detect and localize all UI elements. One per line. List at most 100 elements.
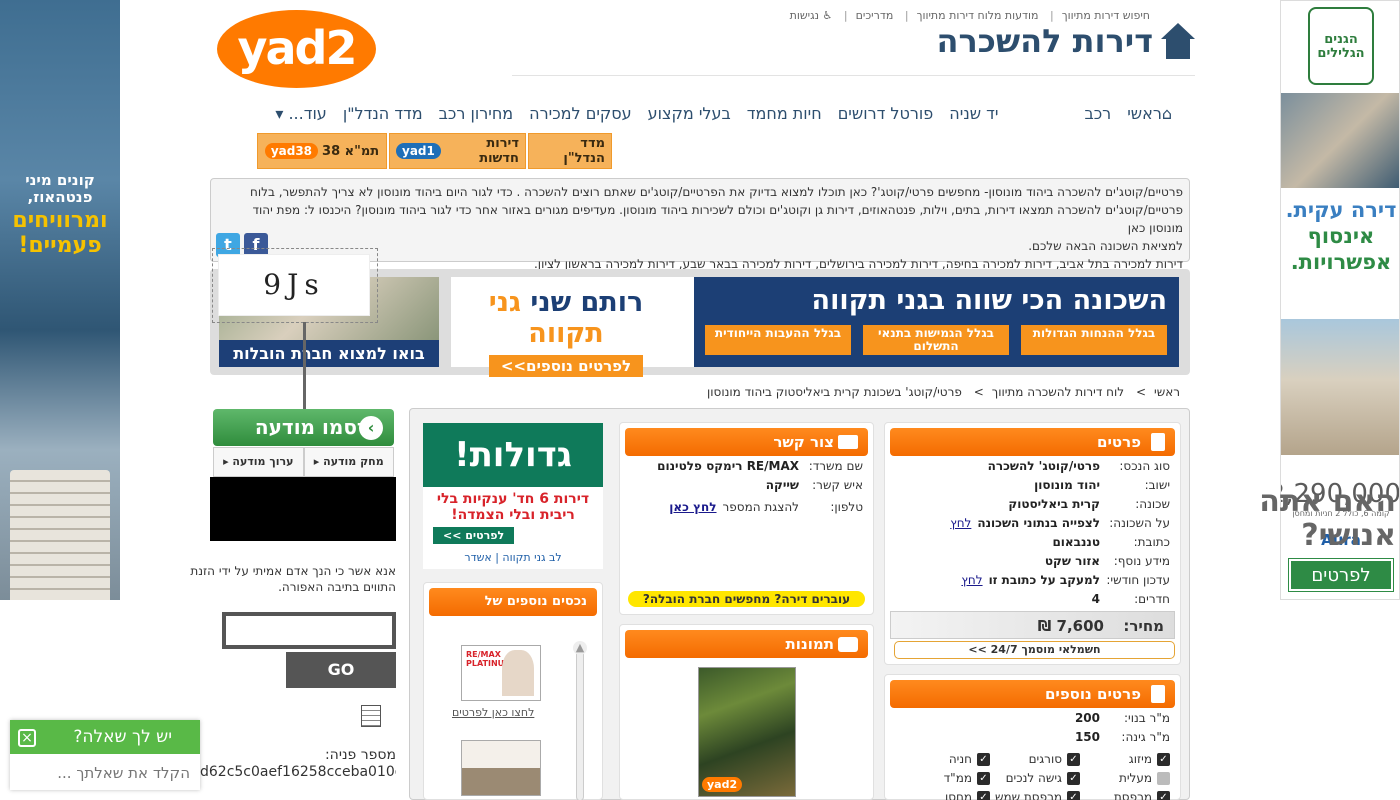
- yad2-logo[interactable]: yad2: [217, 10, 376, 88]
- rotem-headline: השכונה הכי שווה בגני תקווה: [811, 285, 1167, 316]
- feature-item: ✓ גישה לנכים: [1006, 771, 1080, 785]
- seo-line1: פרטיים/קוטג'ים להשכרה ביהוד מונוסון- מחפ…: [250, 185, 1183, 199]
- scroll-up-icon[interactable]: ▲: [573, 641, 587, 655]
- detail-value: 150: [1074, 730, 1100, 744]
- mid-ad-footer: לב גני תקווה | אשדר: [464, 551, 562, 564]
- edit-ad-button[interactable]: ▸ ערוך מודעה: [213, 447, 304, 477]
- detail-value: 4: [1091, 592, 1100, 606]
- left-ad-line1: קונים מיני פנטהאוז,: [25, 171, 95, 206]
- nav-more[interactable]: עוד... ▾: [267, 104, 335, 123]
- top-links: חיפוש דירות מתיווך| מודעות מלוח דירות מת…: [789, 9, 1150, 22]
- crumb-home[interactable]: ראשי: [1154, 385, 1180, 399]
- nav-home-label: ראשי: [1127, 104, 1162, 123]
- photos-title: תמונות: [785, 635, 834, 653]
- close-icon[interactable]: ×: [18, 729, 36, 747]
- person-label: איש קשר:: [812, 478, 863, 492]
- nav-cars[interactable]: רכב: [1076, 104, 1119, 123]
- right-ad-text: דירה עקית. אינסוף אפשרויות.: [1281, 197, 1399, 275]
- detail-key: חדרים:: [1134, 592, 1170, 606]
- right-ad-text2: אינסוף אפשרויות.: [1290, 224, 1392, 274]
- rotem-main: השכונה הכי שווה בגני תקווה בגלל ההנחות ה…: [694, 277, 1179, 367]
- phone-label: טלפון:: [830, 500, 863, 514]
- advertiser-listings-panel: נכסים נוספים של המפרסם ▲ RE/MAX PLATINUM…: [423, 582, 603, 800]
- nav-jobs[interactable]: פורטל דרושים: [830, 104, 942, 123]
- rotem-brand: רותם שני גני תקווה: [451, 287, 681, 349]
- neighborhood-link[interactable]: לחץ: [950, 516, 971, 530]
- detail-value: לצפייה בנתוני השכונה: [977, 516, 1100, 530]
- rotem-banner[interactable]: השכונה הכי שווה בגני תקווה בגלל ההנחות ה…: [451, 277, 1179, 377]
- check-icon: ✓: [977, 790, 990, 800]
- listing-card[interactable]: [461, 740, 541, 796]
- top-link-broker-search[interactable]: חיפוש דירות מתיווך: [1062, 9, 1150, 22]
- detail-row: סוג הנכס: פרטי/קוטג' להשכרה: [988, 459, 1170, 473]
- delete-ad-button[interactable]: ▸ מחק מודעה: [303, 447, 394, 477]
- right-ad-details-button[interactable]: לפרטים: [1288, 558, 1394, 592]
- detail-key: מידע נוסף:: [1113, 554, 1170, 568]
- chat-header[interactable]: יש לך שאלה?: [10, 720, 200, 754]
- captcha-go-button[interactable]: GO: [286, 652, 396, 688]
- electrician-link[interactable]: חשמלאי מוסמך 24/7 >>: [894, 641, 1175, 659]
- nav-home[interactable]: ⌂ראשי: [1119, 104, 1180, 123]
- feature-item: ✓ חניה: [949, 752, 990, 766]
- accessibility-icon: ♿: [819, 9, 833, 22]
- advertise-button[interactable]: פרסמו מודעה ›: [213, 409, 394, 446]
- detail-key: שכונה:: [1135, 497, 1170, 511]
- crumb-board[interactable]: לוח דירות להשכרה מתיווך: [992, 385, 1124, 399]
- nav-realestate-index[interactable]: מדד הנדל"ן: [335, 104, 431, 123]
- yad1-label: דירות חדשות: [479, 136, 519, 166]
- yad38-tile[interactable]: תמ"א 38 yad38: [257, 133, 387, 169]
- yad38-label: תמ"א 38: [322, 143, 380, 159]
- middle-ad[interactable]: גדולות! דירות 6 חד' ענקיות בלי ריבית ובל…: [423, 423, 603, 569]
- feature-label: מיזוג: [1128, 752, 1152, 766]
- nav-professionals[interactable]: בעלי מקצוע: [640, 104, 739, 123]
- captcha-input[interactable]: [222, 612, 396, 649]
- listings-scrollbar[interactable]: [576, 643, 584, 800]
- document-icon: [1151, 433, 1165, 451]
- chat-widget: יש לך שאלה? ×: [10, 720, 200, 790]
- left-side-banner[interactable]: קונים מיני פנטהאוז, ומרוויחים פעמיים!: [0, 0, 120, 600]
- listing-photo[interactable]: yad2: [698, 667, 796, 797]
- mid-ad-headline: גדולות!: [423, 423, 603, 487]
- detail-key: מ"ר בנוי:: [1124, 711, 1170, 725]
- chat-input[interactable]: [10, 756, 200, 790]
- envelope-icon: [838, 435, 858, 449]
- nav-car-prices[interactable]: מחירון רכב: [431, 104, 521, 123]
- show-phone-link[interactable]: לחץ כאן: [669, 500, 716, 514]
- mid-ad-button[interactable]: לפרטים >>: [433, 527, 515, 544]
- detail-value: אזור שקט: [1044, 554, 1100, 568]
- detail-row: מ"ר בנוי: 200: [1075, 711, 1170, 725]
- check-icon: ✓: [1067, 790, 1080, 800]
- feature-item: ✓ מרפסת: [1114, 790, 1170, 800]
- detail-value: למעקב על כתובת זו: [988, 573, 1100, 587]
- listing-card[interactable]: RE/MAX PLATINUM: [461, 645, 541, 701]
- top-link-accessibility[interactable]: ♿ נגישות: [790, 9, 833, 22]
- nav-second-hand[interactable]: יד שניה: [941, 104, 1006, 123]
- contact-header: צור קשר: [625, 428, 868, 456]
- moving-link[interactable]: עוברים דירה? מחפשים חברת הובלה?: [628, 591, 865, 607]
- audio-document-icon[interactable]: [361, 705, 381, 727]
- document-icon: [1151, 685, 1165, 703]
- feature-item: ✓ מחסן: [945, 790, 990, 800]
- detail-value: טננבאום: [1052, 535, 1100, 549]
- more-details-panel: פרטים נוספים מ"ר בנוי: 200 מ"ר גינה: 150 ✓…: [884, 674, 1181, 800]
- page-title: דירות להשכרה: [937, 22, 1195, 60]
- nav-businesses[interactable]: עסקים למכירה: [521, 104, 640, 123]
- feature-label: חניה: [948, 752, 972, 766]
- madad-tile[interactable]: מדד הנדל"ן: [528, 133, 612, 169]
- request-label: מספר פניה:: [324, 747, 396, 763]
- chevron-down-icon: ▾: [275, 104, 289, 123]
- home-icon: [1161, 23, 1195, 59]
- monthly-update-link[interactable]: לחץ: [961, 573, 982, 587]
- listing-more-link[interactable]: לחצו כאן לפרטים: [452, 706, 534, 719]
- yad1-tile[interactable]: דירות חדשות yad1: [389, 133, 526, 169]
- detail-row: ישוב: יהוד מונוסון: [1034, 478, 1170, 492]
- header-divider: [512, 75, 1195, 76]
- page-title-text: דירות להשכרה: [936, 22, 1153, 60]
- rotem-more-button[interactable]: לפרטים נוספים>>: [488, 355, 644, 377]
- top-link-broker-board[interactable]: מודעות מלוח דירות מתיווך: [917, 9, 1039, 22]
- ad-tools: ▸ ערוך מודעה ▸ מחק מודעה: [213, 447, 394, 477]
- sub-nav: תמ"א 38 yad38 דירות חדשות yad1 מדד הנדל"…: [257, 133, 612, 169]
- delete-ad-label: מחק מודעה: [323, 455, 384, 468]
- top-link-guides[interactable]: מדריכים: [856, 9, 894, 22]
- nav-pets[interactable]: חיות מחמד: [739, 104, 830, 123]
